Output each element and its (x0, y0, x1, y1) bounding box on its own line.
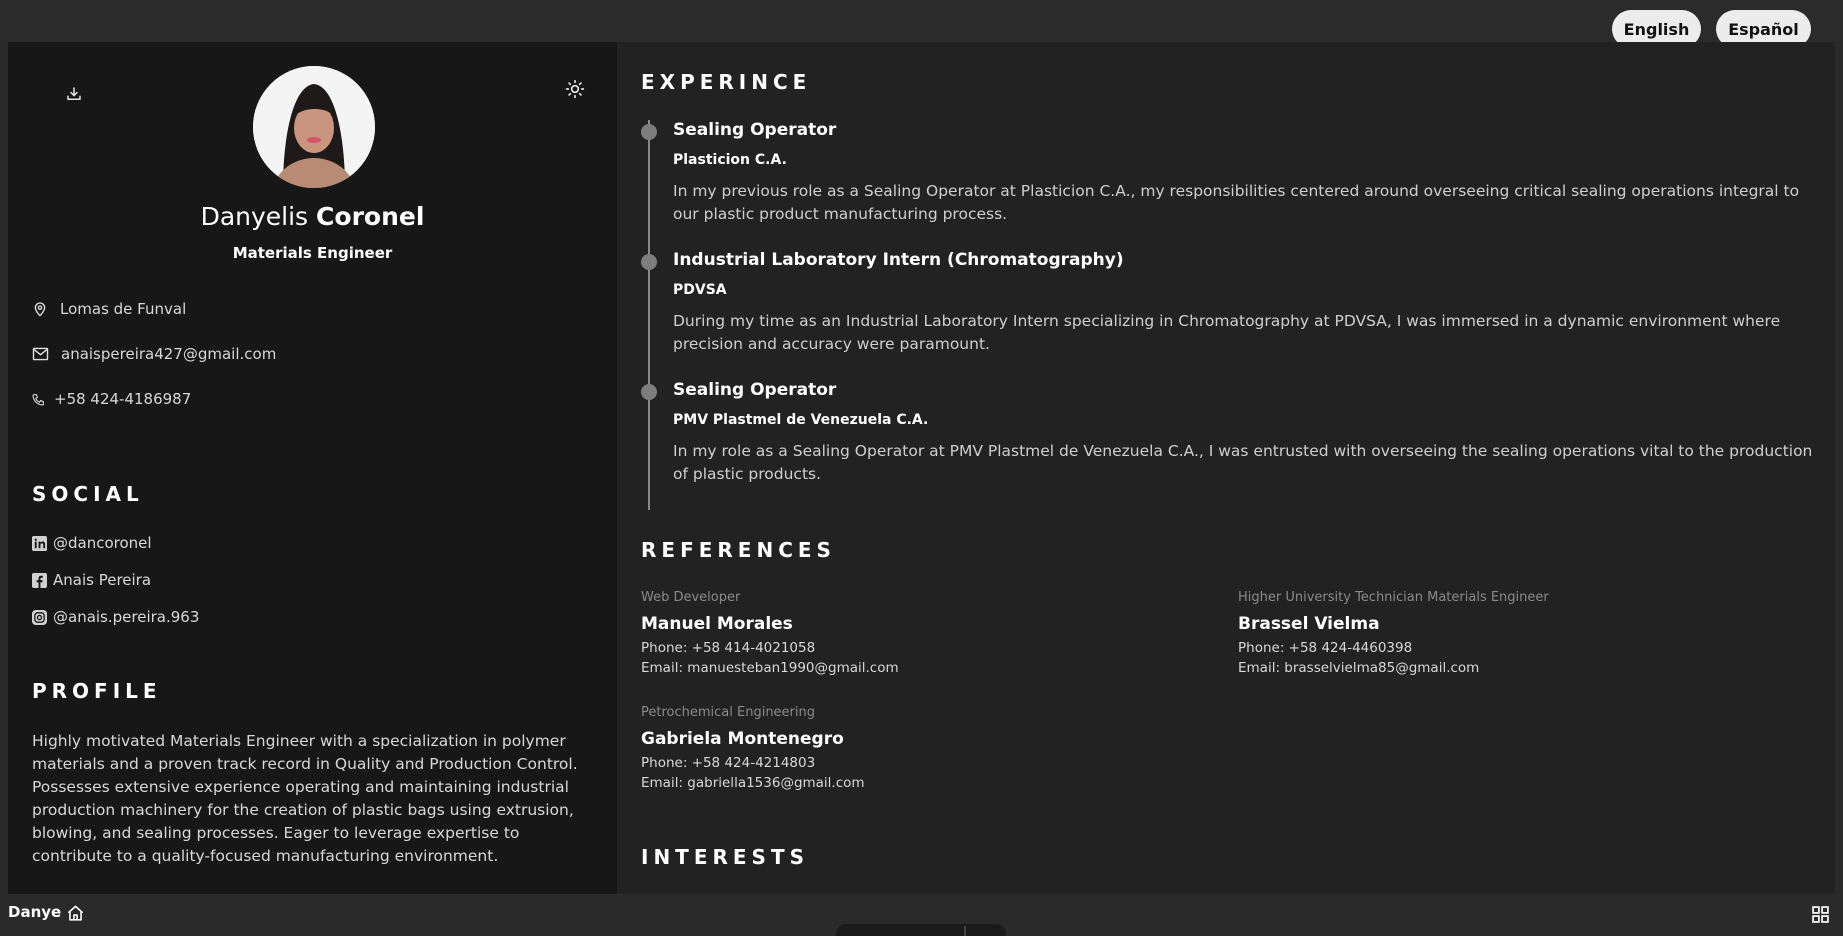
timeline-line (648, 120, 650, 510)
experience-heading: EXPERINCE (641, 70, 812, 94)
first-name: Danyelis (200, 202, 309, 231)
reference-name: Brassel Vielma (1238, 614, 1380, 634)
social-facebook[interactable]: Anais Pereira (32, 571, 151, 589)
reference-phone: Phone: +58 424-4214803 (641, 755, 816, 771)
reference-name: Gabriela Montenegro (641, 729, 844, 749)
reference-role: Web Developer (641, 590, 741, 605)
job-title: Sealing Operator (673, 120, 837, 140)
timeline-dot (641, 384, 657, 400)
job-company: PMV Plastmel de Venezuela C.A. (673, 412, 929, 428)
last-name: Coronel (316, 202, 425, 231)
map-pin-icon (34, 302, 46, 317)
contact-location: Lomas de Funval (32, 300, 186, 318)
phone-text: +58 424-4186987 (54, 390, 192, 408)
job-description: In my previous role as a Sealing Operato… (673, 182, 1800, 223)
phone-icon (32, 393, 44, 405)
grid-icon[interactable] (1808, 902, 1832, 926)
reference-role: Higher University Technician Materials E… (1238, 590, 1549, 605)
reference-email: Email: brasselvielma85@gmail.com (1238, 660, 1480, 676)
interests-heading: INTERESTS (641, 845, 809, 869)
avatar (253, 66, 375, 188)
reference-role: Petrochemical Engineering (641, 705, 816, 720)
job-title: Sealing Operator (673, 380, 837, 400)
location-text: Lomas de Funval (60, 300, 187, 318)
sidebar: Danyelis Coronel Materials Engineer Loma… (8, 42, 617, 894)
profile-name: Danyelis Coronel (8, 202, 617, 231)
top-bar (0, 0, 1843, 42)
social-instagram[interactable]: @anais.pereira.963 (32, 608, 199, 626)
bottom-bar-label: Danye (8, 903, 62, 921)
email-text: anaispereira427@gmail.com (61, 345, 277, 363)
profile-title: Materials Engineer (232, 244, 393, 262)
download-icon[interactable] (62, 82, 86, 106)
mail-icon (32, 347, 49, 361)
job-company: PDVSA (673, 282, 727, 298)
contact-phone[interactable]: +58 424-4186987 (32, 390, 191, 408)
references-heading: REFERENCES (641, 538, 836, 562)
sun-icon[interactable] (563, 77, 587, 101)
social-heading: SOCIAL (32, 482, 144, 506)
pill-divider (964, 926, 966, 936)
reference-phone: Phone: +58 414-4021058 (641, 640, 816, 656)
profile-heading: PROFILE (32, 679, 162, 703)
reference-card: Higher University Technician Materials E… (1238, 590, 1798, 678)
reference-name: Manuel Morales (641, 614, 793, 634)
home-icon[interactable] (63, 901, 87, 925)
job-title: Industrial Laboratory Intern (Chromatogr… (673, 250, 1124, 270)
contact-email[interactable]: anaispereira427@gmail.com (32, 345, 276, 363)
timeline-dot (641, 124, 657, 140)
facebook-icon (32, 572, 47, 588)
instagram-text: @anais.pereira.963 (53, 608, 200, 626)
social-linkedin[interactable]: @dancoronel (32, 534, 152, 552)
reference-phone: Phone: +58 424-4460398 (1238, 640, 1413, 656)
reference-email: Email: manuesteban1990@gmail.com (641, 660, 899, 676)
reference-email: Email: gabriella1536@gmail.com (641, 775, 865, 791)
bottom-toolbar-pill[interactable] (836, 924, 1006, 936)
facebook-text: Anais Pereira (53, 571, 152, 589)
reference-card: Web Developer Manuel Morales Phone: +58 … (641, 590, 1201, 678)
timeline-dot (641, 254, 657, 270)
profile-summary: Highly motivated Materials Engineer with… (32, 732, 578, 865)
job-company: Plasticion C.A. (673, 152, 787, 168)
job-description: During my time as an Industrial Laborato… (673, 312, 1781, 353)
instagram-icon (32, 609, 47, 625)
reference-card: Petrochemical Engineering Gabriela Monte… (641, 705, 1201, 793)
linkedin-text: @dancoronel (53, 534, 152, 552)
linkedin-icon (32, 535, 47, 551)
main-content: EXPERINCE Sealing Operator Plasticion C.… (617, 42, 1835, 894)
job-description: In my role as a Sealing Operator at PMV … (673, 442, 1813, 483)
